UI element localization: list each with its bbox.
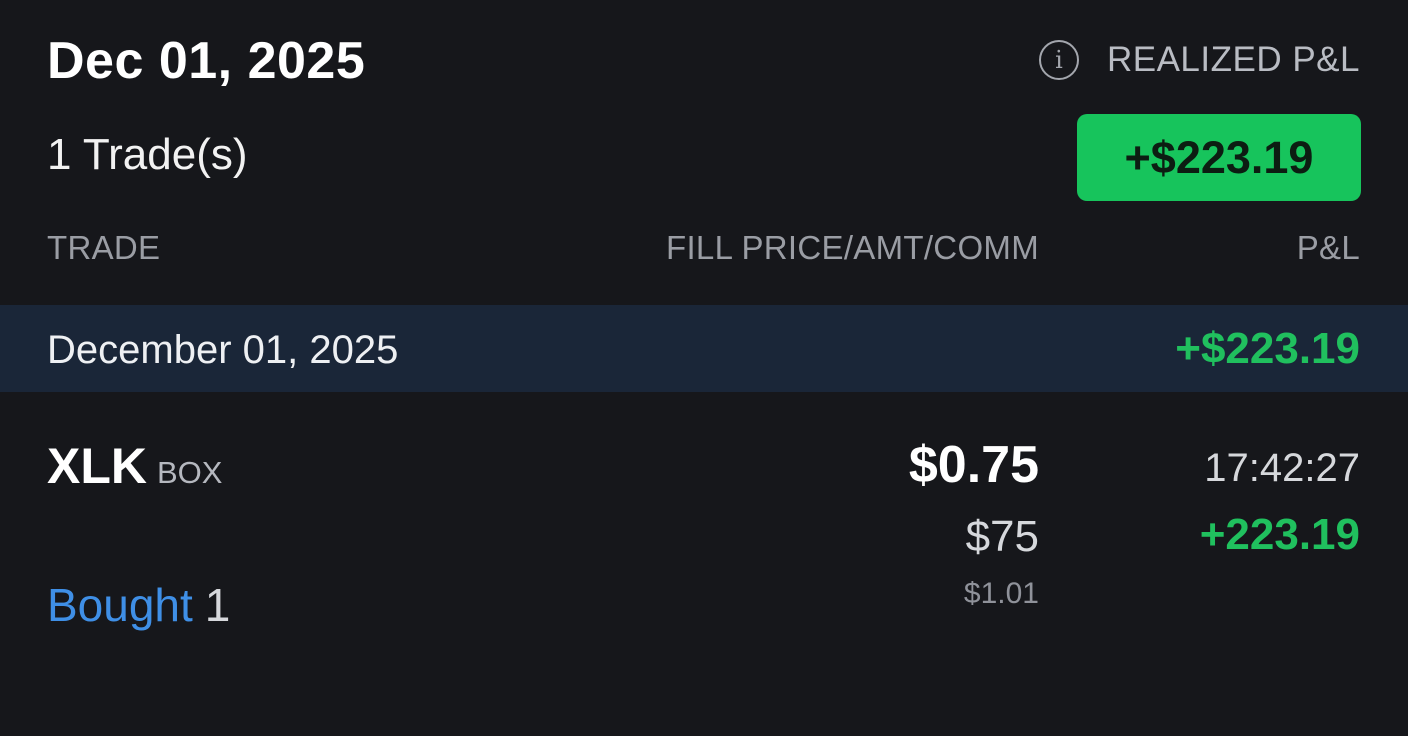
column-header-pnl: P&L <box>1296 229 1360 266</box>
trade-count: 1 Trade(s) <box>47 130 248 179</box>
trade-amount: $75 <box>965 512 1039 561</box>
realized-pnl-label: REALIZED P&L <box>1106 40 1360 79</box>
page-title: Dec 01, 2025 <box>47 32 366 90</box>
day-group-date: December 01, 2025 <box>47 328 399 372</box>
trade-pnl: +223.19 <box>1199 510 1360 559</box>
realized-pnl-header: i REALIZED P&L <box>1038 36 1360 84</box>
trade-exchange: BOX <box>157 455 223 490</box>
trade-quantity: 1 <box>204 579 231 631</box>
trade-action: Bought <box>47 579 193 631</box>
realized-pnl-total-badge: +$223.19 <box>1077 114 1361 201</box>
trade-commission: $1.01 <box>963 577 1039 610</box>
trade-fill-price: $0.75 <box>908 436 1039 494</box>
trade-action-group: Bought 1 <box>47 578 230 632</box>
trade-symbol-group[interactable]: XLK BOX <box>47 438 222 494</box>
column-header-fill: FILL PRICE/AMT/COMM <box>665 229 1039 266</box>
column-header-trade: TRADE <box>47 229 161 266</box>
trade-symbol: XLK <box>47 438 147 494</box>
info-icon[interactable]: i <box>1038 40 1079 80</box>
trade-time: 17:42:27 <box>1204 446 1360 490</box>
day-group-pnl: +$223.19 <box>1175 324 1360 373</box>
